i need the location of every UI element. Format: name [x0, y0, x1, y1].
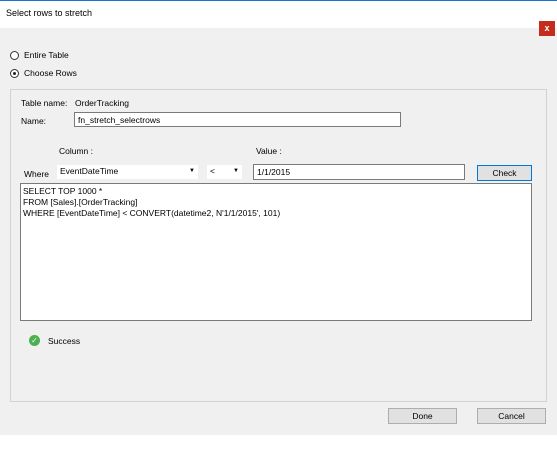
window-title: Select rows to stretch — [6, 8, 93, 18]
dialog-window: Select rows to stretch x Entire Table Ch… — [0, 0, 557, 435]
value-input[interactable]: 1/1/2015 — [253, 164, 465, 180]
entire-table-option[interactable]: Entire Table — [10, 49, 69, 61]
entire-table-radio[interactable] — [10, 50, 19, 60]
name-input[interactable]: fn_stretch_selectrows — [74, 112, 401, 127]
close-icon: x — [544, 23, 550, 33]
table-name-label: Table name: — [21, 98, 68, 108]
chevron-down-icon: ▼ — [233, 168, 239, 174]
column-select[interactable]: EventDateTime ▼ — [57, 165, 198, 179]
choose-rows-radio[interactable] — [10, 68, 19, 78]
value-header: Value : — [256, 146, 282, 156]
query-line: SELECT TOP 1000 * — [23, 186, 103, 196]
check-circle-icon: ✓ — [29, 335, 40, 346]
chevron-down-icon: ▼ — [189, 168, 195, 174]
column-header: Column : — [59, 146, 94, 156]
name-label: Name: — [21, 116, 47, 126]
query-line: FROM [Sales].[OrderTracking] — [23, 197, 138, 207]
title-bar: Select rows to stretch — [0, 1, 557, 28]
done-button[interactable]: Done — [388, 408, 457, 424]
entire-table-label: Entire Table — [24, 50, 69, 60]
close-button[interactable]: x — [539, 21, 555, 36]
operator-select[interactable]: < ▼ — [207, 165, 242, 179]
column-select-value: EventDateTime — [60, 166, 119, 176]
where-label: Where — [24, 169, 50, 179]
cancel-button[interactable]: Cancel — [477, 408, 546, 424]
status-text: Success — [48, 336, 81, 346]
table-name-value: OrderTracking — [75, 98, 130, 108]
query-preview[interactable]: SELECT TOP 1000 * FROM [Sales].[OrderTra… — [20, 183, 532, 321]
check-button[interactable]: Check — [477, 165, 532, 181]
choose-rows-label: Choose Rows — [24, 68, 77, 78]
operator-select-value: < — [210, 166, 215, 176]
choose-rows-option[interactable]: Choose Rows — [10, 67, 77, 79]
query-line: WHERE [EventDateTime] < CONVERT(datetime… — [23, 208, 281, 218]
